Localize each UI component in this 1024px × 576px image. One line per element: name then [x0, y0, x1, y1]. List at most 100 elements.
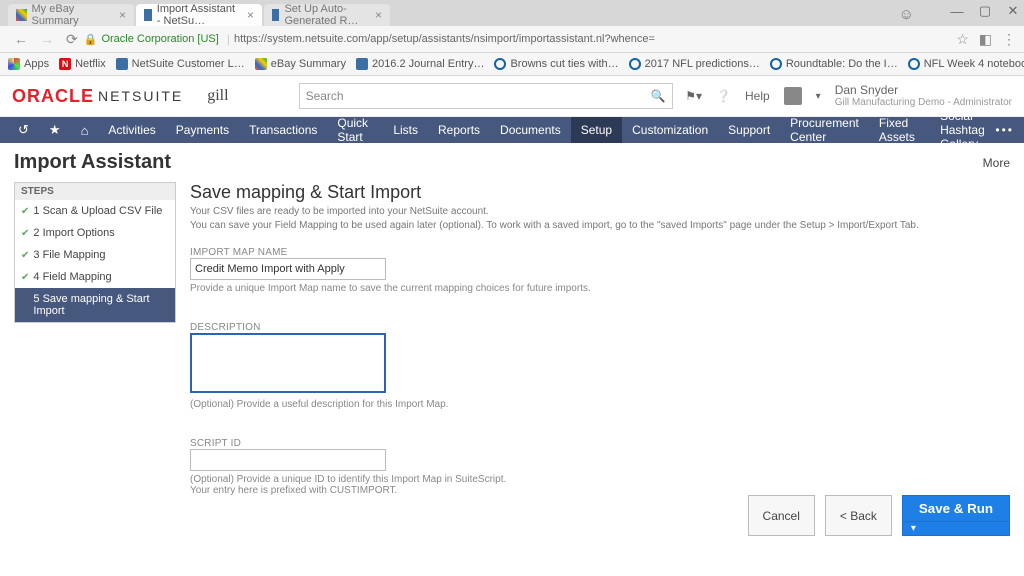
- main-nav: ↺ ★ ⌂ Activities Payments Transactions Q…: [0, 117, 1024, 143]
- search-icon[interactable]: 🔍: [651, 89, 666, 103]
- window-controls: — ▢ ✕: [950, 3, 1020, 19]
- forward-icon[interactable]: →: [34, 31, 60, 47]
- secure-label: Oracle Corporation [US]: [101, 33, 218, 45]
- help-icon[interactable]: ❔: [716, 89, 731, 103]
- browser-tab[interactable]: Set Up Auto-Generated R… ×: [264, 4, 390, 26]
- footer-buttons: Cancel < Back Save & Run ▾: [748, 495, 1010, 536]
- account-icon[interactable]: ☺: [899, 6, 914, 23]
- save-run-button[interactable]: Save & Run: [902, 495, 1010, 522]
- global-search[interactable]: Search 🔍: [299, 83, 673, 109]
- step-file-mapping[interactable]: ✔ 3 File Mapping: [15, 244, 175, 266]
- favicon-icon: N: [59, 58, 71, 70]
- description-input[interactable]: [190, 333, 386, 393]
- feedback-icon[interactable]: ⚑▾: [685, 89, 702, 103]
- close-window-icon[interactable]: ✕: [1006, 3, 1020, 19]
- back-icon[interactable]: ←: [8, 31, 34, 47]
- browser-tab-label: Set Up Auto-Generated R…: [284, 3, 369, 27]
- nav-documents[interactable]: Documents: [490, 117, 571, 143]
- bookmark[interactable]: 2016.2 Journal Entry…: [356, 58, 485, 70]
- close-icon[interactable]: ×: [369, 8, 382, 22]
- close-icon[interactable]: ×: [113, 8, 126, 22]
- import-map-name-help: Provide a unique Import Map name to save…: [190, 283, 670, 294]
- favicon-icon: [144, 9, 152, 21]
- step-save-mapping[interactable]: ✔ 5 Save mapping & Start Import: [15, 288, 175, 322]
- more-link[interactable]: More: [983, 156, 1010, 170]
- browser-tab-label: Import Assistant - NetSu…: [157, 3, 241, 27]
- search-placeholder: Search: [306, 89, 344, 103]
- favicon-icon: [356, 58, 368, 70]
- step-label: 1 Scan & Upload CSV File: [33, 205, 162, 217]
- bookmark[interactable]: Browns cut ties with…: [494, 58, 618, 70]
- user-role: Gill Manufacturing Demo - Administrator: [835, 97, 1012, 108]
- nav-support[interactable]: Support: [718, 117, 780, 143]
- form-subtitle-1: Your CSV files are ready to be imported …: [190, 205, 1010, 219]
- nav-quick-start[interactable]: Quick Start: [327, 117, 383, 143]
- nav-customization[interactable]: Customization: [622, 117, 718, 143]
- bookmark[interactable]: 2017 NFL predictions…: [629, 58, 760, 70]
- bookmark[interactable]: NFL Week 4 noteboo…: [908, 58, 1024, 70]
- bookmark[interactable]: NNetflix: [59, 58, 106, 70]
- check-icon: ✔: [21, 206, 29, 217]
- browser-tab[interactable]: My eBay Summary ×: [8, 4, 134, 26]
- recent-icon[interactable]: ↺: [8, 122, 39, 138]
- apps-icon: [8, 58, 20, 70]
- step-label: 3 File Mapping: [33, 249, 105, 261]
- browser-tab[interactable]: Import Assistant - NetSu… ×: [136, 4, 262, 26]
- favicon-icon: [116, 58, 128, 70]
- save-run-dropdown[interactable]: ▾: [902, 522, 1010, 536]
- brand-gill: gill: [207, 87, 228, 105]
- scriptid-help-2: Your entry here is prefixed with CUSTIMP…: [190, 485, 670, 496]
- bookmark[interactable]: eBay Summary: [255, 58, 346, 70]
- nav-fixed-assets[interactable]: Fixed Assets: [869, 117, 930, 143]
- maximize-icon[interactable]: ▢: [978, 3, 992, 19]
- nav-lists[interactable]: Lists: [383, 117, 428, 143]
- description-label: DESCRIPTION: [190, 322, 1010, 333]
- back-button[interactable]: < Back: [825, 495, 892, 536]
- bookmarks-bar: Apps NNetflix NetSuite Customer L… eBay …: [0, 53, 1024, 76]
- check-icon: ✔: [21, 250, 29, 261]
- nav-reports[interactable]: Reports: [428, 117, 490, 143]
- step-label: 2 Import Options: [33, 227, 114, 239]
- step-import-options[interactable]: ✔ 2 Import Options: [15, 222, 175, 244]
- bookmark[interactable]: NetSuite Customer L…: [116, 58, 245, 70]
- user-menu[interactable]: Dan Snyder Gill Manufacturing Demo - Adm…: [835, 84, 1012, 108]
- favicon-icon: [629, 58, 641, 70]
- reload-icon[interactable]: ⟳: [60, 31, 84, 48]
- step-label: 4 Field Mapping: [33, 271, 111, 283]
- page-title: Import Assistant: [14, 151, 171, 174]
- step-field-mapping[interactable]: ✔ 4 Field Mapping: [15, 266, 175, 288]
- bookmark[interactable]: Apps: [8, 58, 49, 70]
- nav-procurement-center[interactable]: Procurement Center: [780, 117, 869, 143]
- extension-icon[interactable]: ◧: [979, 31, 992, 48]
- nav-setup[interactable]: Setup: [571, 117, 622, 143]
- close-icon[interactable]: ×: [241, 8, 254, 22]
- avatar[interactable]: [784, 87, 802, 105]
- favicon-icon: [255, 58, 267, 70]
- url-field[interactable]: https://system.netsuite.com/app/setup/as…: [234, 33, 948, 45]
- nav-transactions[interactable]: Transactions: [239, 117, 327, 143]
- form-subtitle-2: You can save your Field Mapping to be us…: [190, 219, 1010, 233]
- brand-oracle: ORACLE: [12, 86, 94, 107]
- lock-icon: 🔒: [84, 33, 98, 46]
- step-scan-upload[interactable]: ✔ 1 Scan & Upload CSV File: [15, 200, 175, 222]
- description-help: (Optional) Provide a useful description …: [190, 399, 670, 410]
- star-icon[interactable]: ★: [39, 122, 71, 138]
- star-icon[interactable]: ☆: [956, 31, 969, 48]
- import-map-name-input[interactable]: [190, 258, 386, 280]
- browser-tab-strip: My eBay Summary × Import Assistant - Net…: [0, 0, 1024, 26]
- nav-activities[interactable]: Activities: [98, 117, 165, 143]
- app-header: ORACLE NETSUITE gill Search 🔍 ⚑▾ ❔ Help …: [0, 76, 1024, 117]
- cancel-button[interactable]: Cancel: [748, 495, 815, 536]
- menu-icon[interactable]: ⋮: [1002, 31, 1016, 48]
- nav-overflow-icon[interactable]: •••: [995, 123, 1014, 137]
- scriptid-input[interactable]: [190, 449, 386, 471]
- help-label[interactable]: Help: [745, 89, 770, 103]
- favicon-icon: [272, 9, 279, 21]
- bookmark[interactable]: Roundtable: Do the I…: [770, 58, 898, 70]
- home-icon[interactable]: ⌂: [71, 123, 99, 138]
- step-label: 5 Save mapping & Start Import: [33, 293, 169, 317]
- nav-payments[interactable]: Payments: [166, 117, 239, 143]
- check-icon: ✔: [21, 272, 29, 283]
- favicon-icon: [494, 58, 506, 70]
- minimize-icon[interactable]: —: [950, 4, 964, 19]
